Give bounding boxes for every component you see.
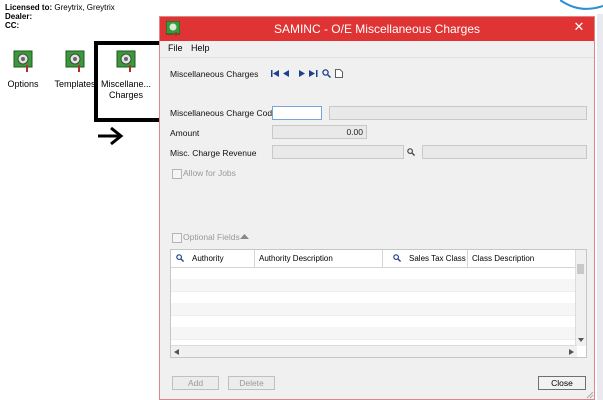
amount-label: Amount — [170, 128, 200, 138]
menu-bar: File Help — [160, 41, 594, 58]
search-icon — [393, 254, 401, 262]
first-record-icon[interactable] — [271, 69, 280, 78]
optional-fields-checkbox[interactable] — [172, 233, 182, 243]
column-label: Authority — [192, 254, 224, 263]
sage-module-icon — [65, 50, 85, 72]
column-class-description[interactable]: Class Description — [468, 250, 577, 267]
finder-icon[interactable] — [322, 69, 331, 78]
menu-file[interactable]: File — [168, 43, 183, 53]
grid-row[interactable] — [171, 327, 577, 340]
last-record-icon[interactable] — [309, 69, 318, 78]
window-titlebar[interactable]: SAMINC - O/E Miscellaneous Charges ✕ — [160, 17, 594, 41]
license-info: Licensed to: Greytrix, Greytrix Dealer: … — [5, 3, 115, 30]
misc-charge-revenue-label: Misc. Charge Revenue — [170, 148, 257, 158]
licensed-label: Licensed to: — [5, 3, 53, 12]
revenue-description-field — [422, 145, 587, 159]
collapse-up-icon[interactable] — [240, 233, 249, 240]
grid-header: Authority Authority Description Sales Ta… — [171, 250, 577, 268]
menu-help[interactable]: Help — [191, 43, 210, 53]
previous-record-icon[interactable] — [283, 69, 290, 78]
delete-button[interactable]: Delete — [228, 376, 275, 390]
scroll-down-icon[interactable] — [578, 338, 584, 343]
misc-charges-label: Miscellaneous Charges — [170, 69, 259, 79]
allow-for-jobs-label: Allow for Jobs — [183, 168, 236, 178]
background-panel — [597, 14, 603, 400]
scroll-right-icon[interactable] — [569, 349, 574, 355]
sage-module-icon — [13, 50, 33, 72]
misc-charge-code-input[interactable] — [272, 106, 322, 120]
revenue-finder-icon[interactable] — [407, 148, 415, 156]
column-label: Sales Tax Class — [409, 254, 466, 263]
dealer-label: Dealer: — [5, 12, 33, 21]
allow-for-jobs-checkbox[interactable] — [172, 169, 182, 179]
add-button[interactable]: Add — [172, 376, 219, 390]
tax-authority-grid: Authority Authority Description Sales Ta… — [170, 249, 587, 358]
scroll-left-icon[interactable] — [174, 349, 179, 355]
misc-charge-revenue-field — [272, 145, 404, 159]
grid-horizontal-scrollbar[interactable] — [171, 345, 577, 357]
amount-field: 0.00 — [272, 125, 367, 139]
new-document-icon[interactable] — [335, 69, 343, 78]
column-label: Authority Description — [259, 254, 333, 263]
background-logo-fragment — [560, 0, 603, 10]
optional-fields-label: Optional Fields — [183, 232, 240, 242]
scroll-thumb[interactable] — [577, 264, 584, 274]
misc-charge-description-field — [329, 106, 587, 120]
window-close-icon[interactable]: ✕ — [572, 20, 586, 34]
column-authority-description[interactable]: Authority Description — [255, 250, 383, 267]
close-button[interactable]: Close — [538, 376, 586, 390]
column-label: Class Description — [472, 254, 535, 263]
right-arrow-icon — [98, 126, 124, 146]
highlight-box — [94, 41, 166, 122]
column-authority[interactable]: Authority — [171, 250, 255, 267]
misc-charges-window: SAMINC - O/E Miscellaneous Charges ✕ Fil… — [159, 16, 595, 400]
column-sales-tax-class[interactable]: Sales Tax Class — [383, 250, 468, 267]
next-record-icon[interactable] — [298, 69, 305, 78]
grid-vertical-scrollbar[interactable] — [575, 250, 586, 346]
licensed-value: Greytrix, Greytrix — [54, 3, 115, 12]
misc-charge-code-label: Miscellaneous Charge Code — [170, 108, 277, 118]
window-title: SAMINC - O/E Miscellaneous Charges — [273, 22, 481, 36]
resize-grip-icon[interactable] — [585, 390, 594, 399]
search-icon — [176, 254, 184, 262]
cc-label: CC: — [5, 21, 20, 30]
